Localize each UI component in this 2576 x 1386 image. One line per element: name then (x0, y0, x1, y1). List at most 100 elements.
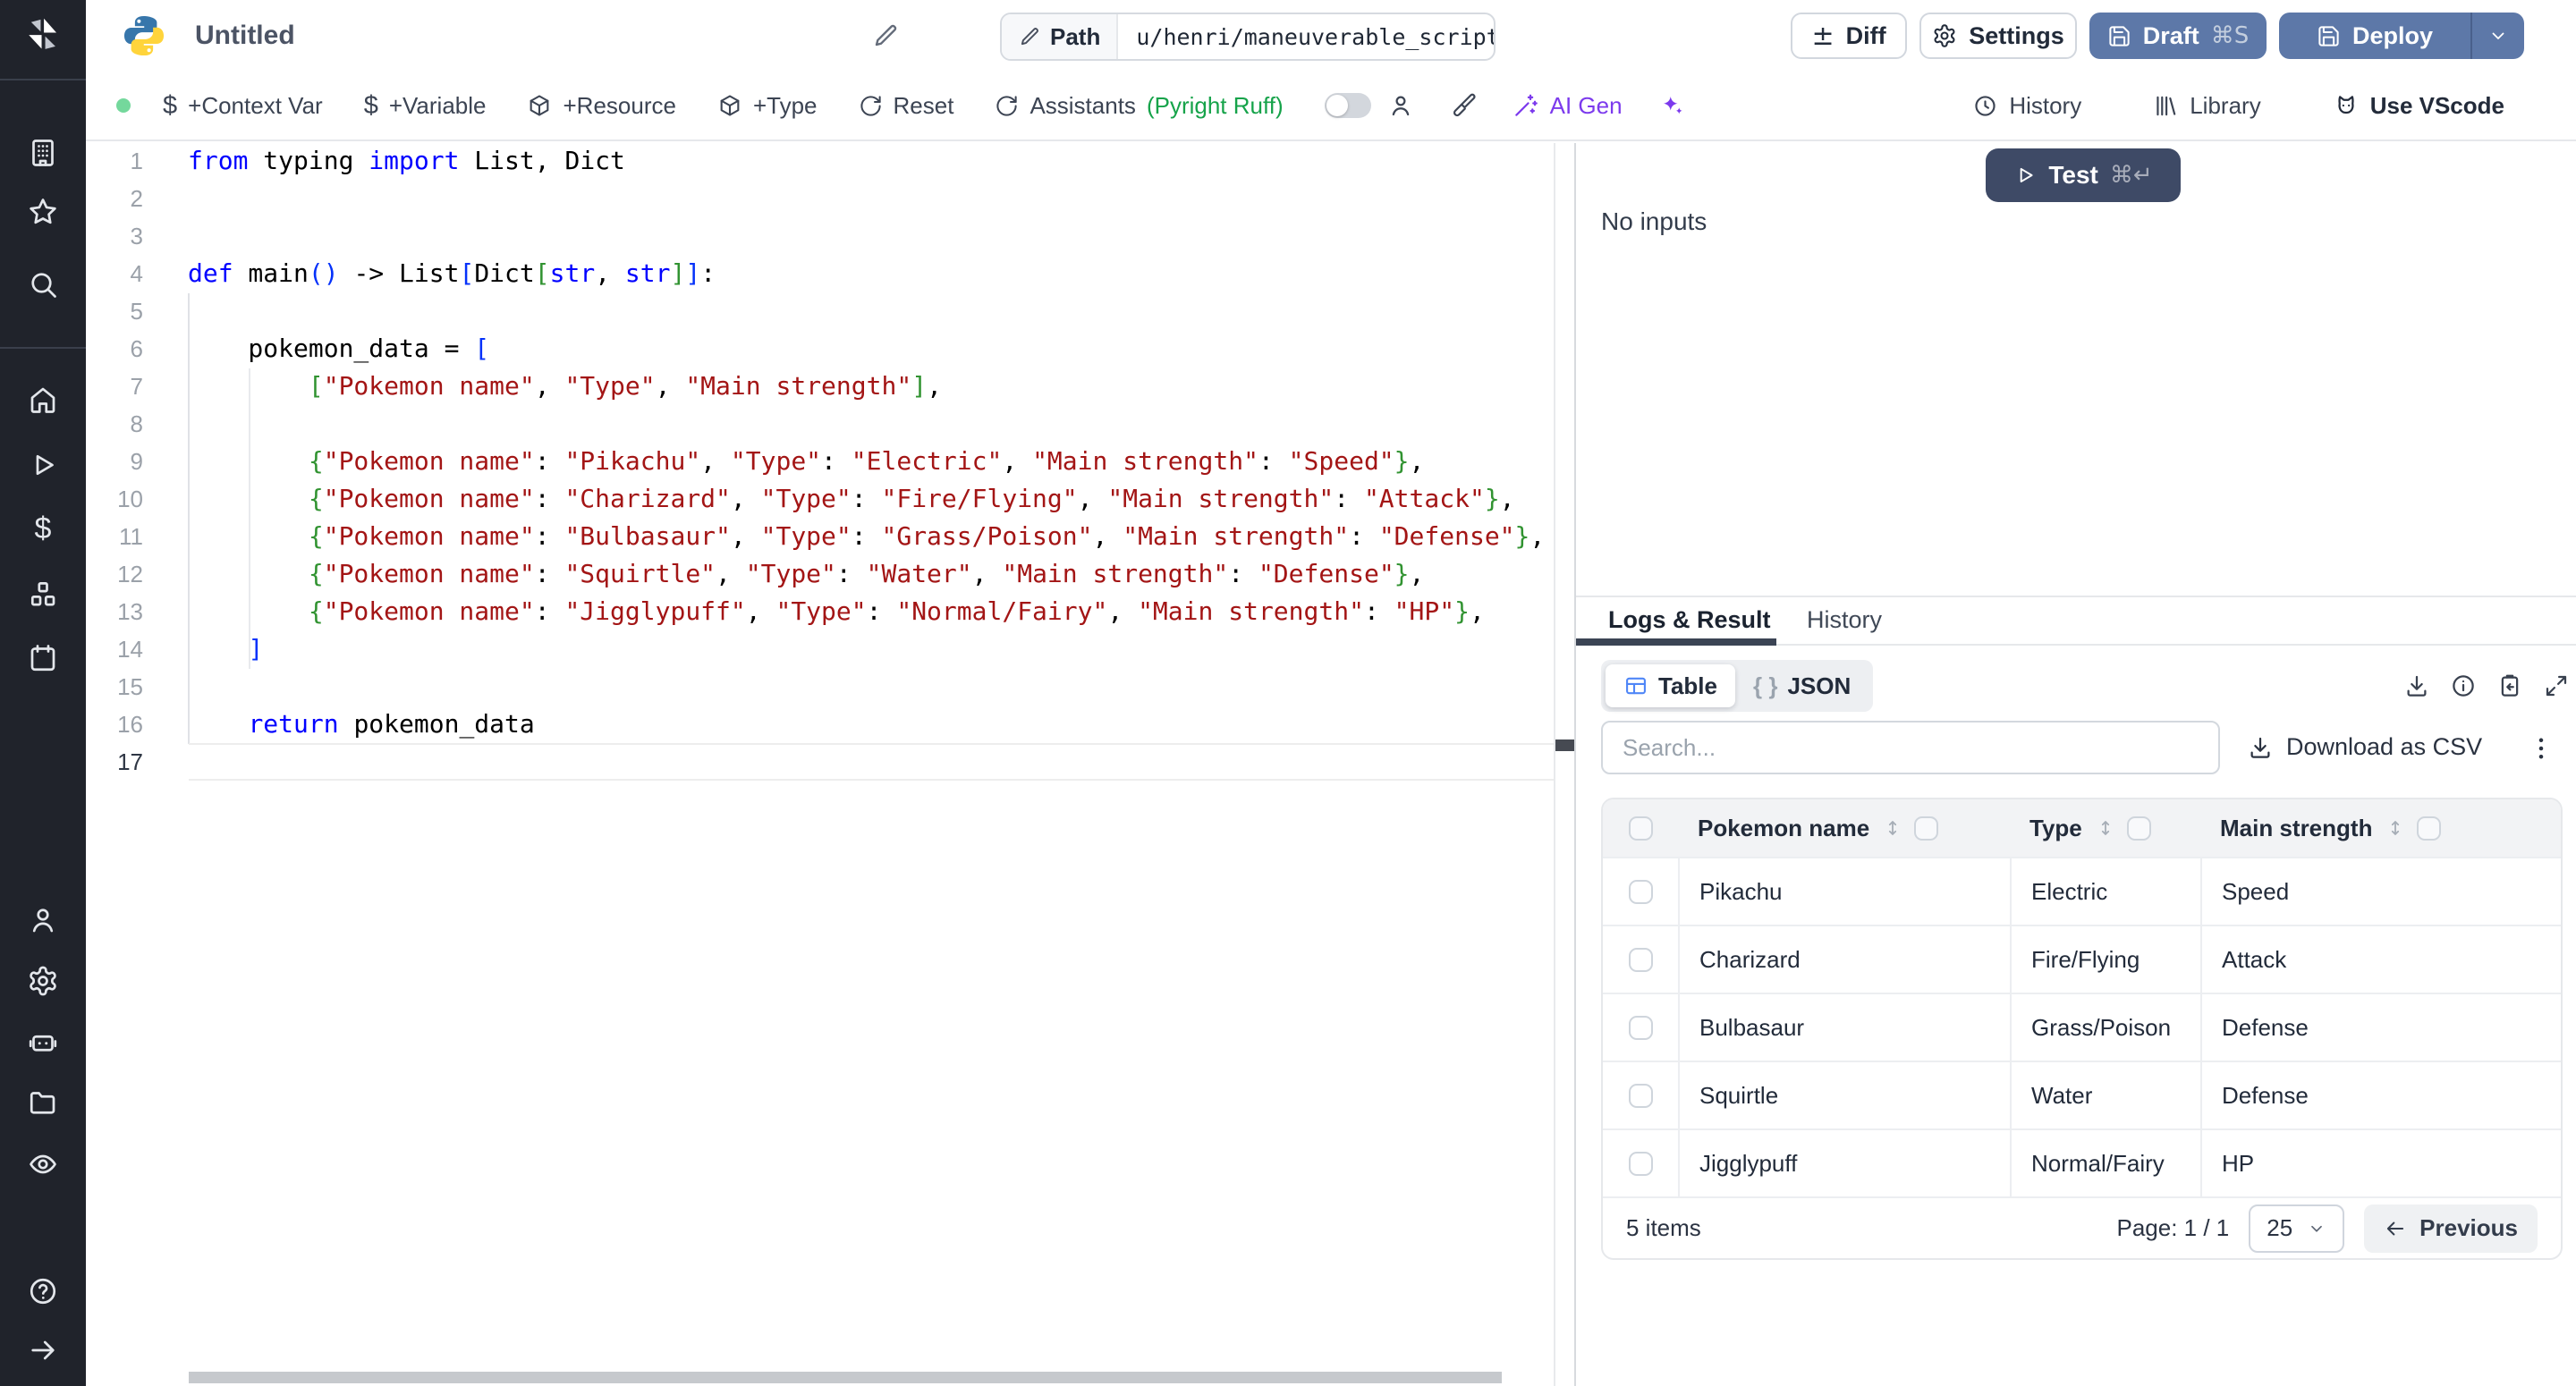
code-line[interactable]: pokemon_data = [ (188, 330, 1545, 368)
line-number: 15 (86, 668, 143, 706)
schedules-calendar-icon[interactable] (27, 642, 59, 674)
code-line[interactable]: ] (188, 630, 1545, 668)
variables-dollar-icon[interactable]: $ (27, 511, 59, 547)
previous-page-button[interactable]: Previous (2364, 1204, 2538, 1253)
settings-button[interactable]: Settings (1919, 13, 2077, 59)
code-line[interactable]: ["Pokemon name", "Type", "Main strength"… (188, 368, 1545, 405)
ai-gen-button[interactable]: AI Gen (1513, 92, 1623, 120)
library-button[interactable]: Library (2153, 92, 2260, 120)
per-page-select[interactable]: 25 (2249, 1204, 2344, 1253)
tab-logs-result[interactable]: Logs & Result (1608, 606, 1771, 634)
row-checkbox[interactable] (1629, 948, 1653, 972)
search-icon[interactable] (27, 268, 59, 300)
table-row[interactable]: JigglypuffNormal/FairyHP (1603, 1128, 2561, 1196)
column-header-type[interactable]: Type (2010, 815, 2200, 842)
code-line[interactable] (188, 217, 1545, 255)
settings-gear-icon[interactable] (27, 965, 59, 997)
row-checkbox[interactable] (1629, 880, 1653, 904)
table-row[interactable]: SquirtleWaterDefense (1603, 1061, 2561, 1128)
use-vscode-button[interactable]: Use VScode (2333, 92, 2504, 120)
row-checkbox[interactable] (1629, 1016, 1653, 1040)
code-line[interactable]: {"Pokemon name": "Charizard", "Type": "F… (188, 480, 1545, 518)
draft-button[interactable]: Draft ⌘S (2089, 13, 2267, 59)
code-editor[interactable]: 1234567891011121314151617 from typing im… (86, 143, 1576, 1386)
row-checkbox[interactable] (1629, 1152, 1653, 1176)
table-search-input[interactable] (1601, 721, 2220, 774)
multiplayer-toggle[interactable] (1325, 93, 1371, 118)
previous-label: Previous (2419, 1214, 2518, 1242)
code-line[interactable] (188, 668, 1545, 706)
column-filter-checkbox[interactable] (2127, 816, 2151, 841)
resources-cubes-icon[interactable] (27, 579, 59, 611)
code-line[interactable]: return pokemon_data (188, 706, 1545, 743)
code-line[interactable] (188, 180, 1545, 217)
copy-clipboard-icon[interactable] (2496, 672, 2523, 699)
download-csv-button[interactable]: Download as CSV (2247, 733, 2482, 761)
home-icon[interactable] (27, 384, 59, 416)
workers-robot-icon[interactable] (27, 1027, 59, 1059)
format-brush-icon[interactable] (1450, 92, 1477, 119)
edit-title-pencil-icon[interactable] (871, 21, 900, 50)
history-button[interactable]: History (1972, 92, 2081, 120)
tab-history[interactable]: History (1807, 606, 1882, 634)
info-icon[interactable] (2450, 672, 2477, 699)
column-header-pokemon-name[interactable]: Pokemon name (1678, 815, 2010, 842)
expand-sidebar-arrow-icon[interactable] (27, 1334, 59, 1366)
add-type-button[interactable]: +Type (717, 92, 818, 120)
path-value[interactable]: u/henri/maneuverable_script (1118, 14, 1496, 59)
table-row[interactable]: PikachuElectricSpeed (1603, 857, 2561, 925)
add-variable-button[interactable]: $ +Variable (364, 91, 487, 121)
folders-icon[interactable] (27, 1086, 59, 1119)
reset-button[interactable]: Reset (859, 92, 954, 120)
code-line[interactable]: {"Pokemon name": "Jigglypuff", "Type": "… (188, 593, 1545, 630)
code-line[interactable] (188, 743, 1545, 781)
active-tab-underline (1576, 638, 1776, 646)
audit-eye-icon[interactable] (27, 1148, 59, 1180)
add-resource-button[interactable]: +Resource (527, 92, 675, 120)
sparkles-icon[interactable] (1658, 92, 1685, 119)
table-menu-kebab-icon[interactable] (2526, 733, 2556, 764)
windmill-logo-icon[interactable] (23, 14, 63, 54)
overview-ruler[interactable] (1554, 143, 1576, 1386)
code-line[interactable] (188, 405, 1545, 443)
help-icon[interactable] (27, 1275, 59, 1307)
code-line[interactable]: {"Pokemon name": "Squirtle", "Type": "Wa… (188, 555, 1545, 593)
horizontal-scrollbar[interactable] (189, 1372, 1502, 1383)
table-row[interactable]: CharizardFire/FlyingAttack (1603, 925, 2561, 993)
sort-icon[interactable] (2385, 816, 2406, 841)
test-button[interactable]: Test ⌘↵ (1986, 148, 2181, 202)
add-context-var-button[interactable]: $ +Context Var (163, 91, 323, 121)
favorites-star-icon[interactable] (27, 196, 59, 228)
column-filter-checkbox[interactable] (1914, 816, 1938, 841)
diff-button[interactable]: ± Diff (1791, 13, 1907, 59)
select-all-checkbox[interactable] (1629, 816, 1653, 841)
code-line[interactable]: {"Pokemon name": "Bulbasaur", "Type": "G… (188, 518, 1545, 555)
path-field[interactable]: Path u/henri/maneuverable_script (1000, 13, 1496, 61)
table-footer: 5 items Page: 1 / 1 25 Previous (1603, 1196, 2561, 1258)
row-checkbox[interactable] (1629, 1084, 1653, 1108)
code-line[interactable]: from typing import List, Dict (188, 143, 1545, 180)
deploy-button[interactable]: Deploy (2279, 13, 2524, 59)
expand-fullscreen-icon[interactable] (2543, 672, 2570, 699)
view-json-button[interactable]: { } JSON (1735, 664, 1868, 707)
line-number: 11 (86, 518, 143, 555)
workspace-building-icon[interactable] (27, 137, 59, 169)
assistants-button[interactable]: Assistants (Pyright Ruff) (995, 92, 1283, 120)
column-header-main-strength[interactable]: Main strength (2200, 815, 2561, 842)
test-shortcut: ⌘↵ (2110, 162, 2153, 189)
runs-play-icon[interactable] (27, 449, 59, 481)
add-type-label: +Type (753, 92, 818, 120)
view-table-button[interactable]: Table (1606, 664, 1735, 707)
reset-label: Reset (894, 92, 954, 120)
sort-icon[interactable] (2095, 816, 2116, 841)
user-presence-icon[interactable] (1387, 92, 1414, 119)
code-line[interactable]: {"Pokemon name": "Pikachu", "Type": "Ele… (188, 443, 1545, 480)
sort-icon[interactable] (1882, 816, 1903, 841)
download-result-icon[interactable] (2403, 672, 2430, 699)
code-line[interactable] (188, 292, 1545, 330)
user-icon[interactable] (27, 904, 59, 936)
table-row[interactable]: BulbasaurGrass/PoisonDefense (1603, 993, 2561, 1061)
deploy-dropdown[interactable] (2470, 13, 2524, 59)
column-filter-checkbox[interactable] (2417, 816, 2441, 841)
code-line[interactable]: def main() -> List[Dict[str, str]]: (188, 255, 1545, 292)
